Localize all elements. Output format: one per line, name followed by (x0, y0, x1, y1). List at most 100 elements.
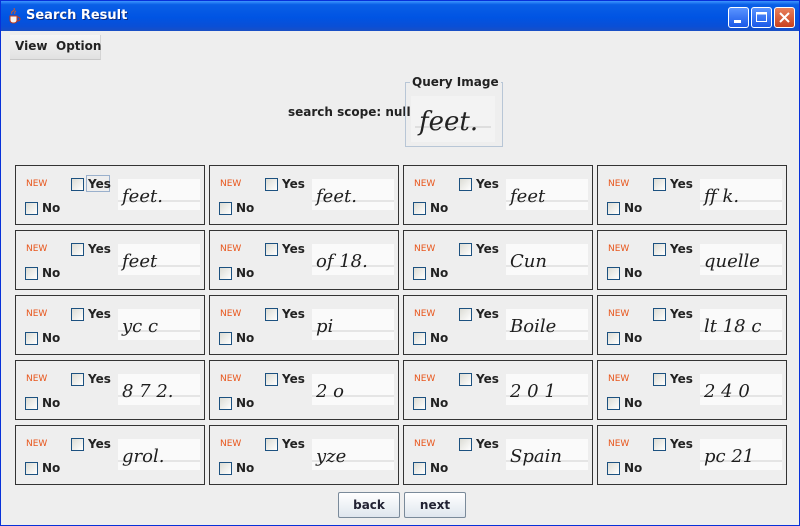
no-label: No (624, 461, 643, 475)
no-checkbox[interactable] (413, 332, 426, 345)
no-checkbox[interactable] (219, 397, 232, 410)
close-button[interactable] (774, 7, 795, 28)
no-checkbox[interactable] (413, 267, 426, 280)
yes-label: Yes (282, 242, 305, 256)
thumbnail-handwriting: feet. (314, 186, 357, 207)
new-badge: NEW (608, 374, 630, 384)
yes-label: Yes (670, 372, 693, 386)
no-checkbox[interactable] (25, 267, 38, 280)
title-bar[interactable]: Search Result (1, 1, 799, 31)
new-badge: NEW (608, 309, 630, 319)
handwriting-thumbnail: pi (312, 309, 394, 340)
menu-option[interactable]: Option (56, 39, 101, 53)
yes-checkbox[interactable] (459, 178, 472, 191)
result-card: NEW Yes No lt 18 c (597, 295, 787, 355)
no-checkbox[interactable] (219, 202, 232, 215)
new-badge: NEW (608, 439, 630, 449)
no-checkbox[interactable] (413, 397, 426, 410)
no-checkbox[interactable] (413, 202, 426, 215)
yes-label: Yes (476, 307, 499, 321)
thumbnail-handwriting: quelle (704, 251, 760, 272)
no-label: No (236, 396, 255, 410)
no-checkbox[interactable] (25, 462, 38, 475)
new-badge: NEW (220, 179, 242, 189)
new-badge: NEW (608, 179, 630, 189)
no-label: No (42, 461, 61, 475)
handwriting-thumbnail: Cun (506, 244, 588, 275)
yes-checkbox[interactable] (459, 243, 472, 256)
yes-checkbox[interactable] (265, 308, 278, 321)
handwriting-thumbnail: yc c (118, 309, 200, 340)
result-card: NEW Yes No of 18. (209, 230, 399, 290)
maximize-button[interactable] (751, 7, 772, 28)
result-card: NEW Yes No feet (403, 165, 593, 225)
handwriting-thumbnail: grol. (118, 439, 200, 470)
yes-checkbox[interactable] (653, 308, 666, 321)
yes-checkbox[interactable] (265, 438, 278, 451)
yes-label: Yes (476, 242, 499, 256)
yes-label: Yes (670, 177, 693, 191)
no-checkbox[interactable] (25, 397, 38, 410)
back-button[interactable]: back (338, 492, 400, 518)
next-button[interactable]: next (404, 492, 466, 518)
yes-checkbox[interactable] (71, 178, 84, 191)
no-checkbox[interactable] (219, 332, 232, 345)
no-checkbox[interactable] (25, 202, 38, 215)
yes-checkbox[interactable] (71, 243, 84, 256)
yes-checkbox[interactable] (653, 373, 666, 386)
new-badge: NEW (220, 244, 242, 254)
no-checkbox[interactable] (25, 332, 38, 345)
yes-checkbox[interactable] (653, 438, 666, 451)
no-checkbox[interactable] (219, 267, 232, 280)
yes-checkbox[interactable] (71, 308, 84, 321)
thumbnail-handwriting: 2 4 0 (703, 381, 750, 402)
yes-checkbox[interactable] (459, 308, 472, 321)
thumbnail-handwriting: of 18. (316, 251, 368, 272)
yes-label: Yes (476, 437, 499, 451)
yes-checkbox[interactable] (653, 178, 666, 191)
minimize-icon (734, 20, 741, 23)
no-checkbox[interactable] (607, 202, 620, 215)
menu-view[interactable]: View (15, 39, 47, 53)
no-checkbox[interactable] (219, 462, 232, 475)
thumbnail-handwriting: Cun (510, 251, 547, 272)
no-checkbox[interactable] (607, 397, 620, 410)
thumbnail-handwriting: 8 7 2. (122, 381, 174, 402)
minimize-button[interactable] (728, 7, 749, 28)
result-card: NEW Yes No pi (209, 295, 399, 355)
no-label: No (624, 201, 643, 215)
thumbnail-handwriting: pi (316, 316, 333, 337)
window-title: Search Result (26, 8, 128, 23)
no-label: No (624, 331, 643, 345)
no-checkbox[interactable] (607, 462, 620, 475)
yes-label: Yes (282, 307, 305, 321)
result-card: NEW Yes No quelle (597, 230, 787, 290)
yes-checkbox[interactable] (459, 373, 472, 386)
handwriting-thumbnail: 2 4 0 (700, 374, 782, 405)
new-badge: NEW (220, 374, 242, 384)
yes-label: Yes (476, 372, 499, 386)
no-checkbox[interactable] (413, 462, 426, 475)
close-icon (779, 12, 790, 23)
no-checkbox[interactable] (607, 332, 620, 345)
handwriting-thumbnail: 8 7 2. (118, 374, 200, 405)
yes-checkbox[interactable] (265, 178, 278, 191)
result-card: NEW Yes No yze (209, 425, 399, 485)
yes-label: Yes (88, 372, 111, 386)
no-label: No (42, 396, 61, 410)
yes-checkbox[interactable] (265, 243, 278, 256)
no-label: No (430, 201, 449, 215)
search-scope-label: search scope: null (288, 105, 411, 119)
yes-checkbox[interactable] (265, 373, 278, 386)
new-badge: NEW (26, 439, 48, 449)
yes-checkbox[interactable] (459, 438, 472, 451)
no-label: No (430, 331, 449, 345)
yes-checkbox[interactable] (653, 243, 666, 256)
handwriting-thumbnail: quelle (700, 244, 782, 275)
yes-checkbox[interactable] (71, 373, 84, 386)
no-checkbox[interactable] (607, 267, 620, 280)
query-image: feet. (411, 96, 495, 142)
yes-checkbox[interactable] (71, 438, 84, 451)
result-card: NEW Yes No 8 7 2. (15, 360, 205, 420)
query-handwriting: feet. (417, 107, 478, 137)
